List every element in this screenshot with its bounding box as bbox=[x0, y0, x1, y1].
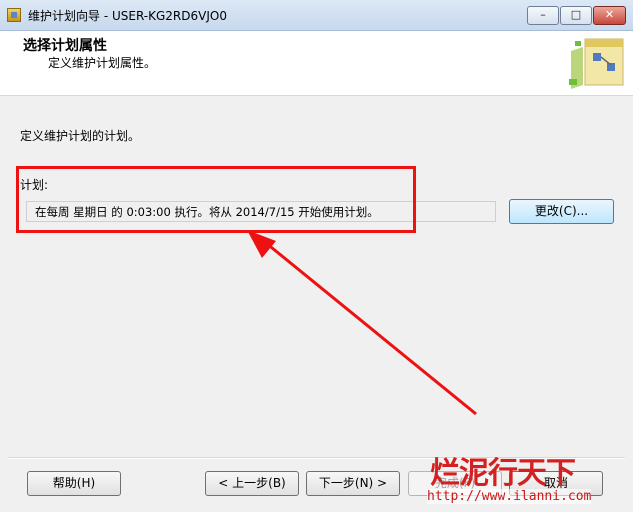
wizard-header: 选择计划属性 定义维护计划属性。 bbox=[0, 31, 633, 96]
help-button[interactable]: 帮助(H) bbox=[27, 471, 121, 496]
page-title: 选择计划属性 bbox=[23, 38, 107, 54]
watermark-logo: 烂泥行天下 bbox=[430, 456, 576, 491]
wizard-window: 维护计划向导 - USER-KG2RD6VJO0 – □ ✕ 选择计划属性 定义… bbox=[0, 0, 633, 512]
app-icon bbox=[7, 8, 21, 22]
window-title: 维护计划向导 - USER-KG2RD6VJO0 bbox=[28, 9, 227, 23]
wizard-icon bbox=[569, 38, 624, 89]
title-bar[interactable]: 维护计划向导 - USER-KG2RD6VJO0 – □ ✕ bbox=[0, 0, 633, 31]
schedule-description: 定义维护计划的计划。 bbox=[20, 129, 141, 143]
watermark-url: http://www.ilanni.com bbox=[427, 489, 592, 504]
next-button[interactable]: 下一步(N) > bbox=[306, 471, 400, 496]
highlight-box bbox=[16, 166, 416, 233]
page-subtitle: 定义维护计划属性。 bbox=[48, 56, 157, 70]
close-button[interactable]: ✕ bbox=[593, 6, 626, 25]
minimize-button[interactable]: – bbox=[527, 6, 559, 25]
previous-button[interactable]: < 上一步(B) bbox=[205, 471, 299, 496]
change-schedule-button[interactable]: 更改(C)... bbox=[509, 199, 614, 224]
maximize-button[interactable]: □ bbox=[560, 6, 592, 25]
